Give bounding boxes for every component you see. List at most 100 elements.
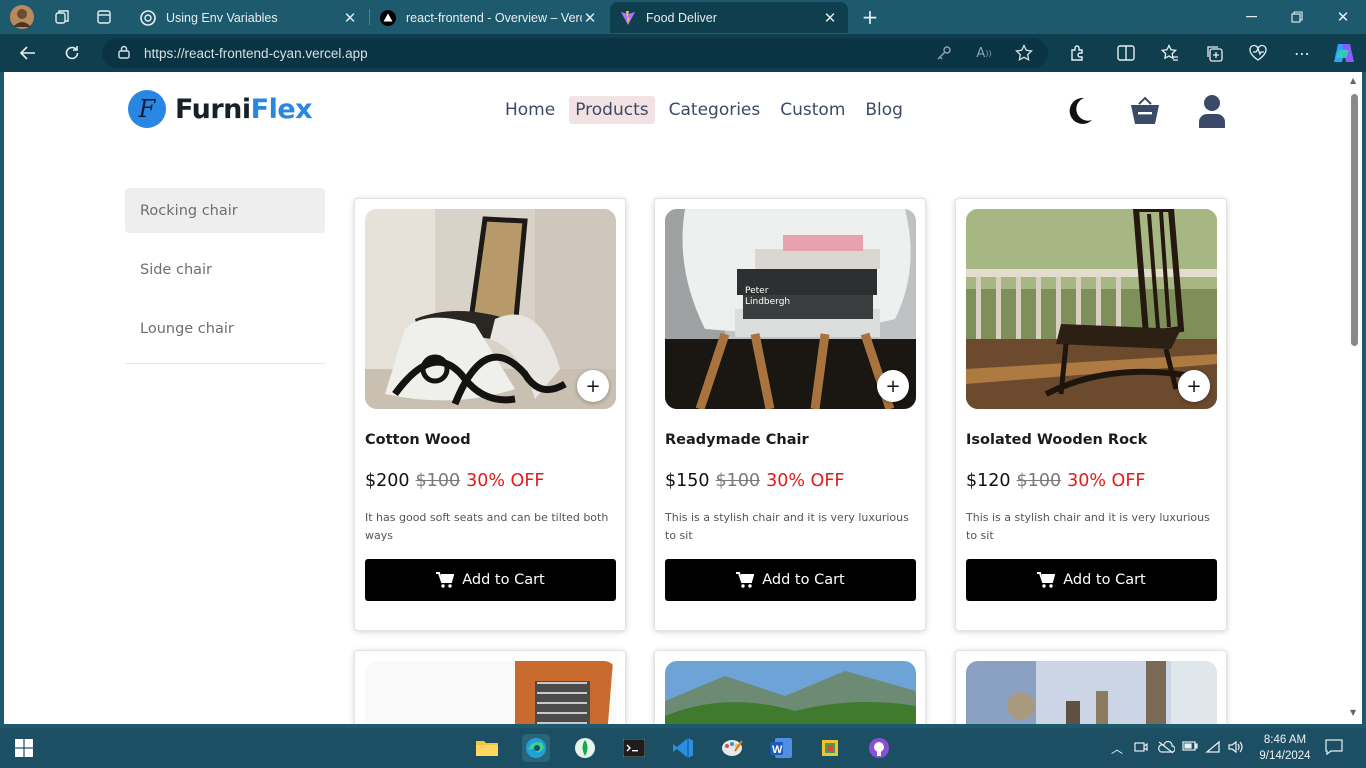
workspaces-icon[interactable]: [51, 6, 73, 28]
tab-title: Food Deliver: [646, 10, 717, 25]
github-desktop-icon[interactable]: [865, 734, 893, 762]
product-image-mountain-view[interactable]: [665, 661, 916, 724]
product-image-decor-room[interactable]: [966, 661, 1217, 724]
nav-home[interactable]: Home: [499, 96, 561, 124]
volume-icon[interactable]: [1228, 740, 1244, 757]
lock-icon[interactable]: [118, 45, 130, 62]
tab-title: react-frontend - Overview – Verce: [406, 10, 582, 25]
nav-custom[interactable]: Custom: [774, 96, 851, 124]
svg-text:Peter: Peter: [745, 286, 769, 296]
product-card-partial[interactable]: [654, 650, 926, 724]
tab-food-deliver[interactable]: Food Deliver ✕: [610, 2, 848, 33]
quick-add-plus-button[interactable]: +: [577, 370, 609, 402]
logo-text-furni: Furni: [175, 93, 251, 125]
clock-date: 9/14/2024: [1259, 750, 1311, 762]
tab-react-frontend-overview[interactable]: react-frontend - Overview – Verce ✕: [370, 2, 608, 33]
tab-actions-icon[interactable]: [93, 6, 115, 28]
close-tab-icon[interactable]: ✕: [582, 9, 598, 27]
product-prices: $150 $100 30% OFF: [665, 471, 844, 491]
category-rocking-chair[interactable]: Rocking chair: [125, 188, 325, 233]
add-to-cart-label: Add to Cart: [762, 572, 845, 588]
favorite-star-icon[interactable]: [1012, 42, 1036, 64]
password-key-icon[interactable]: [932, 42, 956, 64]
product-image-lounge-chair[interactable]: [365, 661, 616, 724]
paint-icon[interactable]: [718, 734, 746, 762]
product-card[interactable]: + Cotton Wood $200 $100 30% OFF It has goo…: [354, 198, 626, 631]
scrollbar-thumb[interactable]: [1351, 94, 1358, 346]
user-profile-icon[interactable]: [1195, 92, 1229, 130]
bluestacks-icon[interactable]: [816, 734, 844, 762]
product-old-price: $100: [715, 471, 761, 491]
tab-using-env-variables[interactable]: Using Env Variables ✕: [130, 2, 368, 33]
address-bar[interactable]: https://react-frontend-cyan.vercel.app: [102, 38, 1048, 68]
split-screen-icon[interactable]: [1114, 42, 1138, 64]
shopping-basket-icon[interactable]: [1128, 92, 1162, 130]
add-to-cart-button[interactable]: Add to Cart: [365, 559, 616, 601]
product-image-wooden-rocker-porch[interactable]: +: [966, 209, 1217, 409]
windows-start-icon[interactable]: [10, 734, 38, 762]
file-explorer-icon[interactable]: [473, 734, 501, 762]
page-viewport: F Furni Flex Home Products Categories Cus…: [4, 72, 1347, 724]
notifications-icon[interactable]: [1325, 738, 1343, 759]
svg-text:W: W: [772, 744, 783, 756]
product-card-partial[interactable]: [955, 650, 1227, 724]
site-logo[interactable]: F Furni Flex: [128, 90, 313, 128]
back-icon[interactable]: [16, 42, 40, 64]
terminal-icon[interactable]: [620, 734, 648, 762]
profile-avatar[interactable]: [10, 5, 34, 29]
extensions-icon[interactable]: [1066, 42, 1090, 64]
product-image-white-chair-books[interactable]: Peter Lindbergh +: [665, 209, 916, 409]
windows-taskbar: W ︿ 8:46 AM 9/14/2024: [0, 728, 1366, 768]
close-tab-icon[interactable]: ✕: [342, 9, 358, 27]
close-tab-icon[interactable]: ✕: [822, 9, 838, 27]
browser-toolbar: https://react-frontend-cyan.vercel.app A…: [0, 34, 1366, 72]
wifi-icon[interactable]: [1205, 740, 1221, 757]
product-name: Isolated Wooden Rock: [966, 432, 1148, 448]
system-clock[interactable]: 8:46 AM 9/14/2024: [1254, 732, 1316, 764]
cart-icon: [436, 572, 455, 588]
product-card[interactable]: Peter Lindbergh + Readymade Chair $150 $1…: [654, 198, 926, 631]
new-tab-icon[interactable]: +: [859, 5, 881, 29]
nav-blog[interactable]: Blog: [859, 96, 909, 124]
edge-browser-icon[interactable]: [522, 734, 550, 762]
quick-add-plus-button[interactable]: +: [877, 370, 909, 402]
add-to-cart-label: Add to Cart: [1063, 572, 1146, 588]
product-image-rocking-chair[interactable]: +: [365, 209, 616, 409]
copilot-icon[interactable]: [1330, 42, 1358, 64]
category-lounge-chair[interactable]: Lounge chair: [125, 306, 325, 351]
logo-text-flex: Flex: [250, 93, 313, 125]
category-side-chair[interactable]: Side chair: [125, 247, 325, 292]
product-description: This is a stylish chair and it is very l…: [966, 511, 1210, 542]
collections-icon[interactable]: [1202, 42, 1226, 64]
read-aloud-icon[interactable]: A)): [972, 42, 996, 64]
browser-tab-bar: Using Env Variables ✕ react-frontend - O…: [0, 0, 1366, 34]
add-to-cart-button[interactable]: Add to Cart: [966, 559, 1217, 601]
onedrive-cloud-icon[interactable]: [1157, 740, 1176, 757]
product-card[interactable]: + Isolated Wooden Rock $120 $100 30% OFF T…: [955, 198, 1227, 631]
page-scrollbar[interactable]: ▲ ▼: [1347, 72, 1362, 724]
refresh-icon[interactable]: [60, 42, 84, 64]
vscode-icon[interactable]: [669, 734, 697, 762]
product-old-price: $100: [1016, 471, 1062, 491]
show-hidden-icons-chevron-icon[interactable]: ︿: [1111, 740, 1123, 757]
battery-icon[interactable]: [1182, 740, 1198, 755]
product-card-partial[interactable]: [354, 650, 626, 724]
favorites-icon[interactable]: [1158, 42, 1182, 64]
scroll-down-arrow-icon[interactable]: ▼: [1350, 708, 1356, 717]
cart-icon: [1037, 572, 1056, 588]
dark-mode-moon-icon[interactable]: [1063, 92, 1097, 130]
scroll-up-arrow-icon[interactable]: ▲: [1350, 76, 1356, 85]
minimize-icon[interactable]: [1228, 0, 1274, 34]
quick-add-plus-button[interactable]: +: [1178, 370, 1210, 402]
more-options-icon[interactable]: ⋯: [1290, 42, 1314, 64]
mongodb-compass-icon[interactable]: [571, 734, 599, 762]
word-icon[interactable]: W: [767, 734, 795, 762]
restore-icon[interactable]: [1274, 0, 1320, 34]
browser-essentials-icon[interactable]: [1246, 42, 1270, 64]
meet-now-camera-icon[interactable]: [1134, 740, 1148, 757]
nav-products[interactable]: Products: [569, 96, 655, 124]
tab-title: Using Env Variables: [166, 10, 278, 25]
add-to-cart-button[interactable]: Add to Cart: [665, 559, 916, 601]
close-window-icon[interactable]: ✕: [1320, 0, 1366, 34]
nav-categories[interactable]: Categories: [663, 96, 767, 124]
